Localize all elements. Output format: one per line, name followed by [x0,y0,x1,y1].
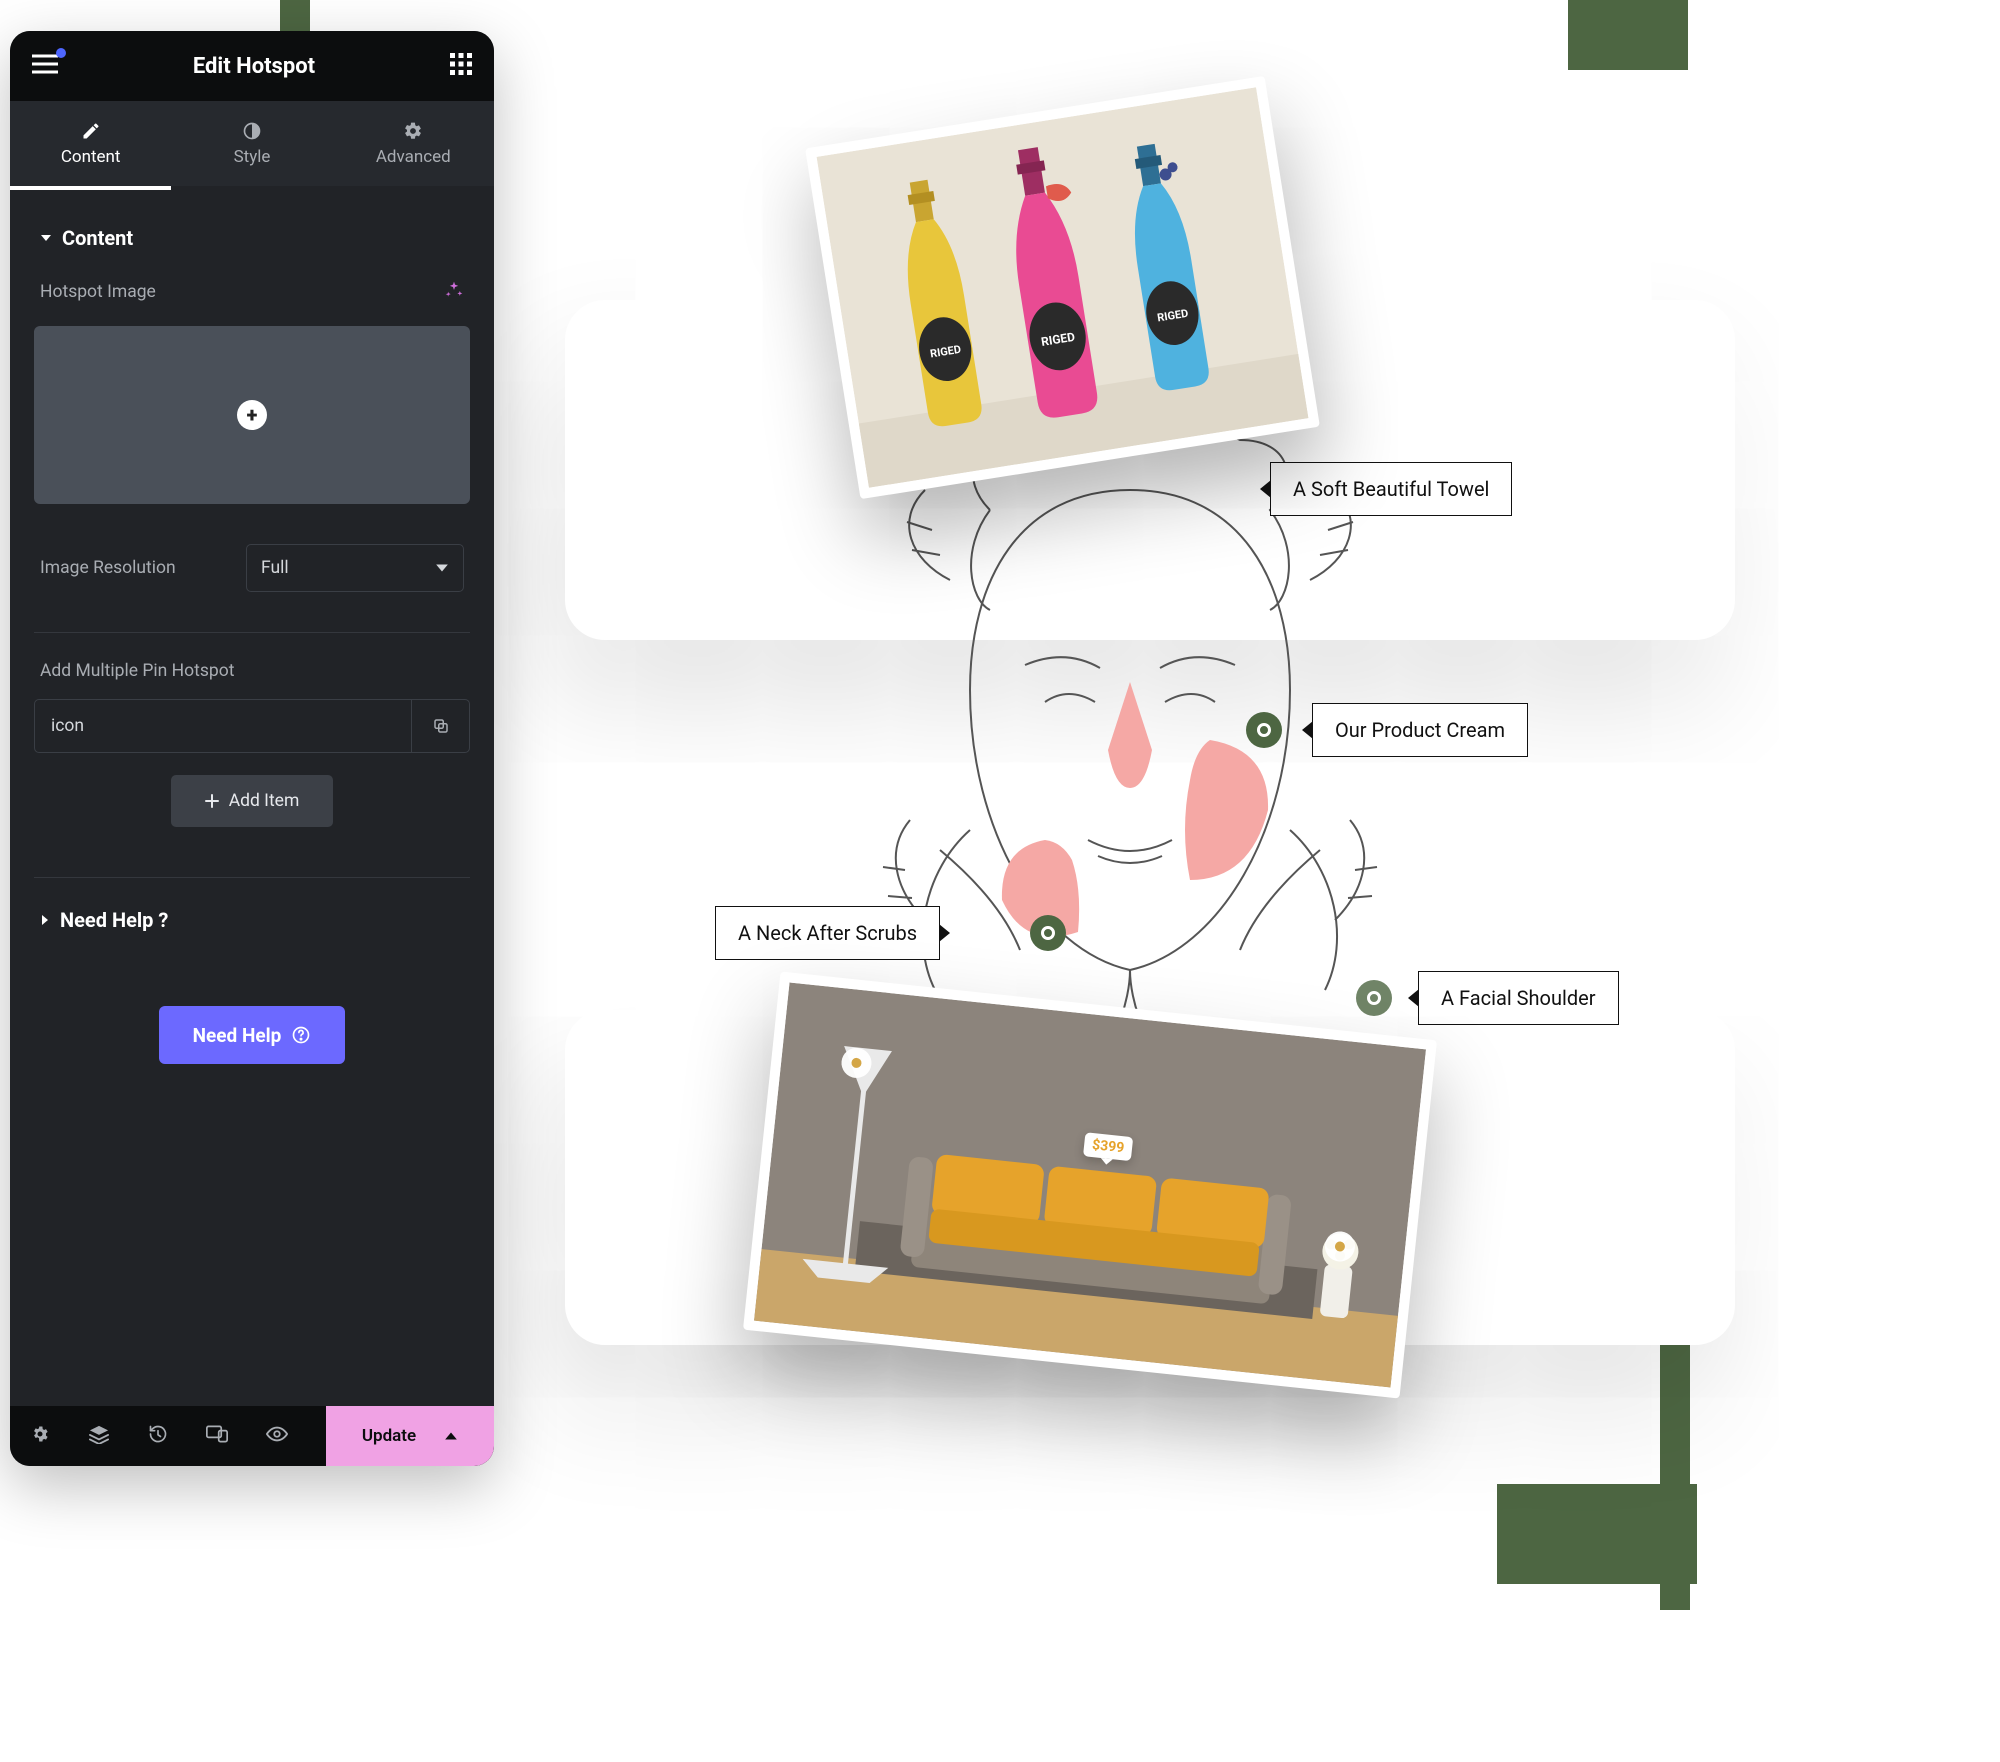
update-label: Update [362,1426,416,1446]
panel-header: Edit Hotspot [10,31,494,101]
tab-label: Style [234,147,271,167]
eye-icon [266,1426,288,1442]
caret-up-icon [444,1429,458,1443]
multipin-label: Add Multiple Pin Hotspot [40,661,234,681]
price-tag: $399 [1083,1132,1133,1161]
caret-down-icon [40,232,52,244]
layers-icon [88,1424,110,1444]
tooltip-cream: Our Product Cream [1312,703,1528,757]
image-resolution-select[interactable]: Full [246,544,464,592]
decorative-shape [1497,1484,1697,1584]
navigator-button[interactable] [88,1424,110,1448]
duplicate-button[interactable] [411,700,469,752]
plus-icon [205,794,219,808]
photo-bottles: RIGED RIGED RIGED [805,76,1320,499]
apps-grid-button[interactable] [450,53,472,79]
select-value: Full [261,558,289,578]
repeater-item-label: icon [35,716,411,736]
photo-sofa: $399 [743,971,1437,1398]
tooltip-text: Our Product Cream [1335,718,1505,742]
repeater-item[interactable]: icon [34,699,470,753]
section-help-header[interactable]: Need Help ? [34,894,470,950]
tooltip-neck: A Neck After Scrubs [715,906,940,960]
tooltip-towel: A Soft Beautiful Towel [1270,462,1512,516]
tooltip-text: A Neck After Scrubs [738,921,917,945]
tooltip-text: A Facial Shoulder [1441,986,1596,1010]
hotspot-pin-shoulder[interactable] [1356,980,1392,1016]
history-icon [148,1424,168,1444]
responsive-button[interactable] [206,1425,228,1447]
settings-button[interactable] [30,1424,50,1448]
need-help-button[interactable]: Need Help [159,1006,345,1064]
divider [34,632,470,633]
caret-down-icon [435,561,449,575]
section-title: Need Help ? [60,908,168,932]
price-text: $399 [1091,1137,1125,1156]
tab-advanced[interactable]: Advanced [333,101,494,186]
divider [34,877,470,878]
panel-title: Edit Hotspot [193,54,315,79]
gear-icon [30,1424,50,1444]
image-upload-well[interactable]: + [34,326,470,504]
add-item-label: Add Item [229,791,300,811]
tab-label: Content [61,147,121,167]
caret-right-icon [40,914,50,926]
tab-style[interactable]: Style [171,101,332,186]
menu-button[interactable] [32,54,58,78]
copy-icon [432,717,450,735]
tab-label: Advanced [376,147,451,167]
preview-button[interactable] [266,1426,288,1446]
need-help-label: Need Help [193,1024,282,1047]
notification-dot-icon [56,48,66,58]
panel-footer: Update [10,1406,494,1466]
tooltip-text: A Soft Beautiful Towel [1293,477,1489,501]
pencil-icon [81,121,101,141]
contrast-icon [242,121,262,141]
devices-icon [206,1425,228,1443]
update-button[interactable]: Update [326,1406,494,1466]
help-circle-icon [291,1025,311,1045]
section-content-header[interactable]: Content [34,190,470,268]
hotspot-image-label: Hotspot Image [40,282,156,302]
hotspot-pin-neck[interactable] [1030,915,1066,951]
section-title: Content [62,226,133,250]
image-resolution-label: Image Resolution [40,558,176,578]
add-item-button[interactable]: Add Item [171,775,333,827]
editor-panel: Edit Hotspot Content Style Advanced Cont… [10,31,494,1466]
hotspot-pin-cream[interactable] [1246,712,1282,748]
decorative-shape [1568,0,1688,70]
tab-content[interactable]: Content [10,101,171,186]
plus-icon: + [237,400,267,430]
tooltip-shoulder: A Facial Shoulder [1418,971,1619,1025]
history-button[interactable] [148,1424,168,1448]
ai-sparkle-icon[interactable] [444,280,464,304]
tabs: Content Style Advanced [10,101,494,186]
gear-icon [403,121,423,141]
